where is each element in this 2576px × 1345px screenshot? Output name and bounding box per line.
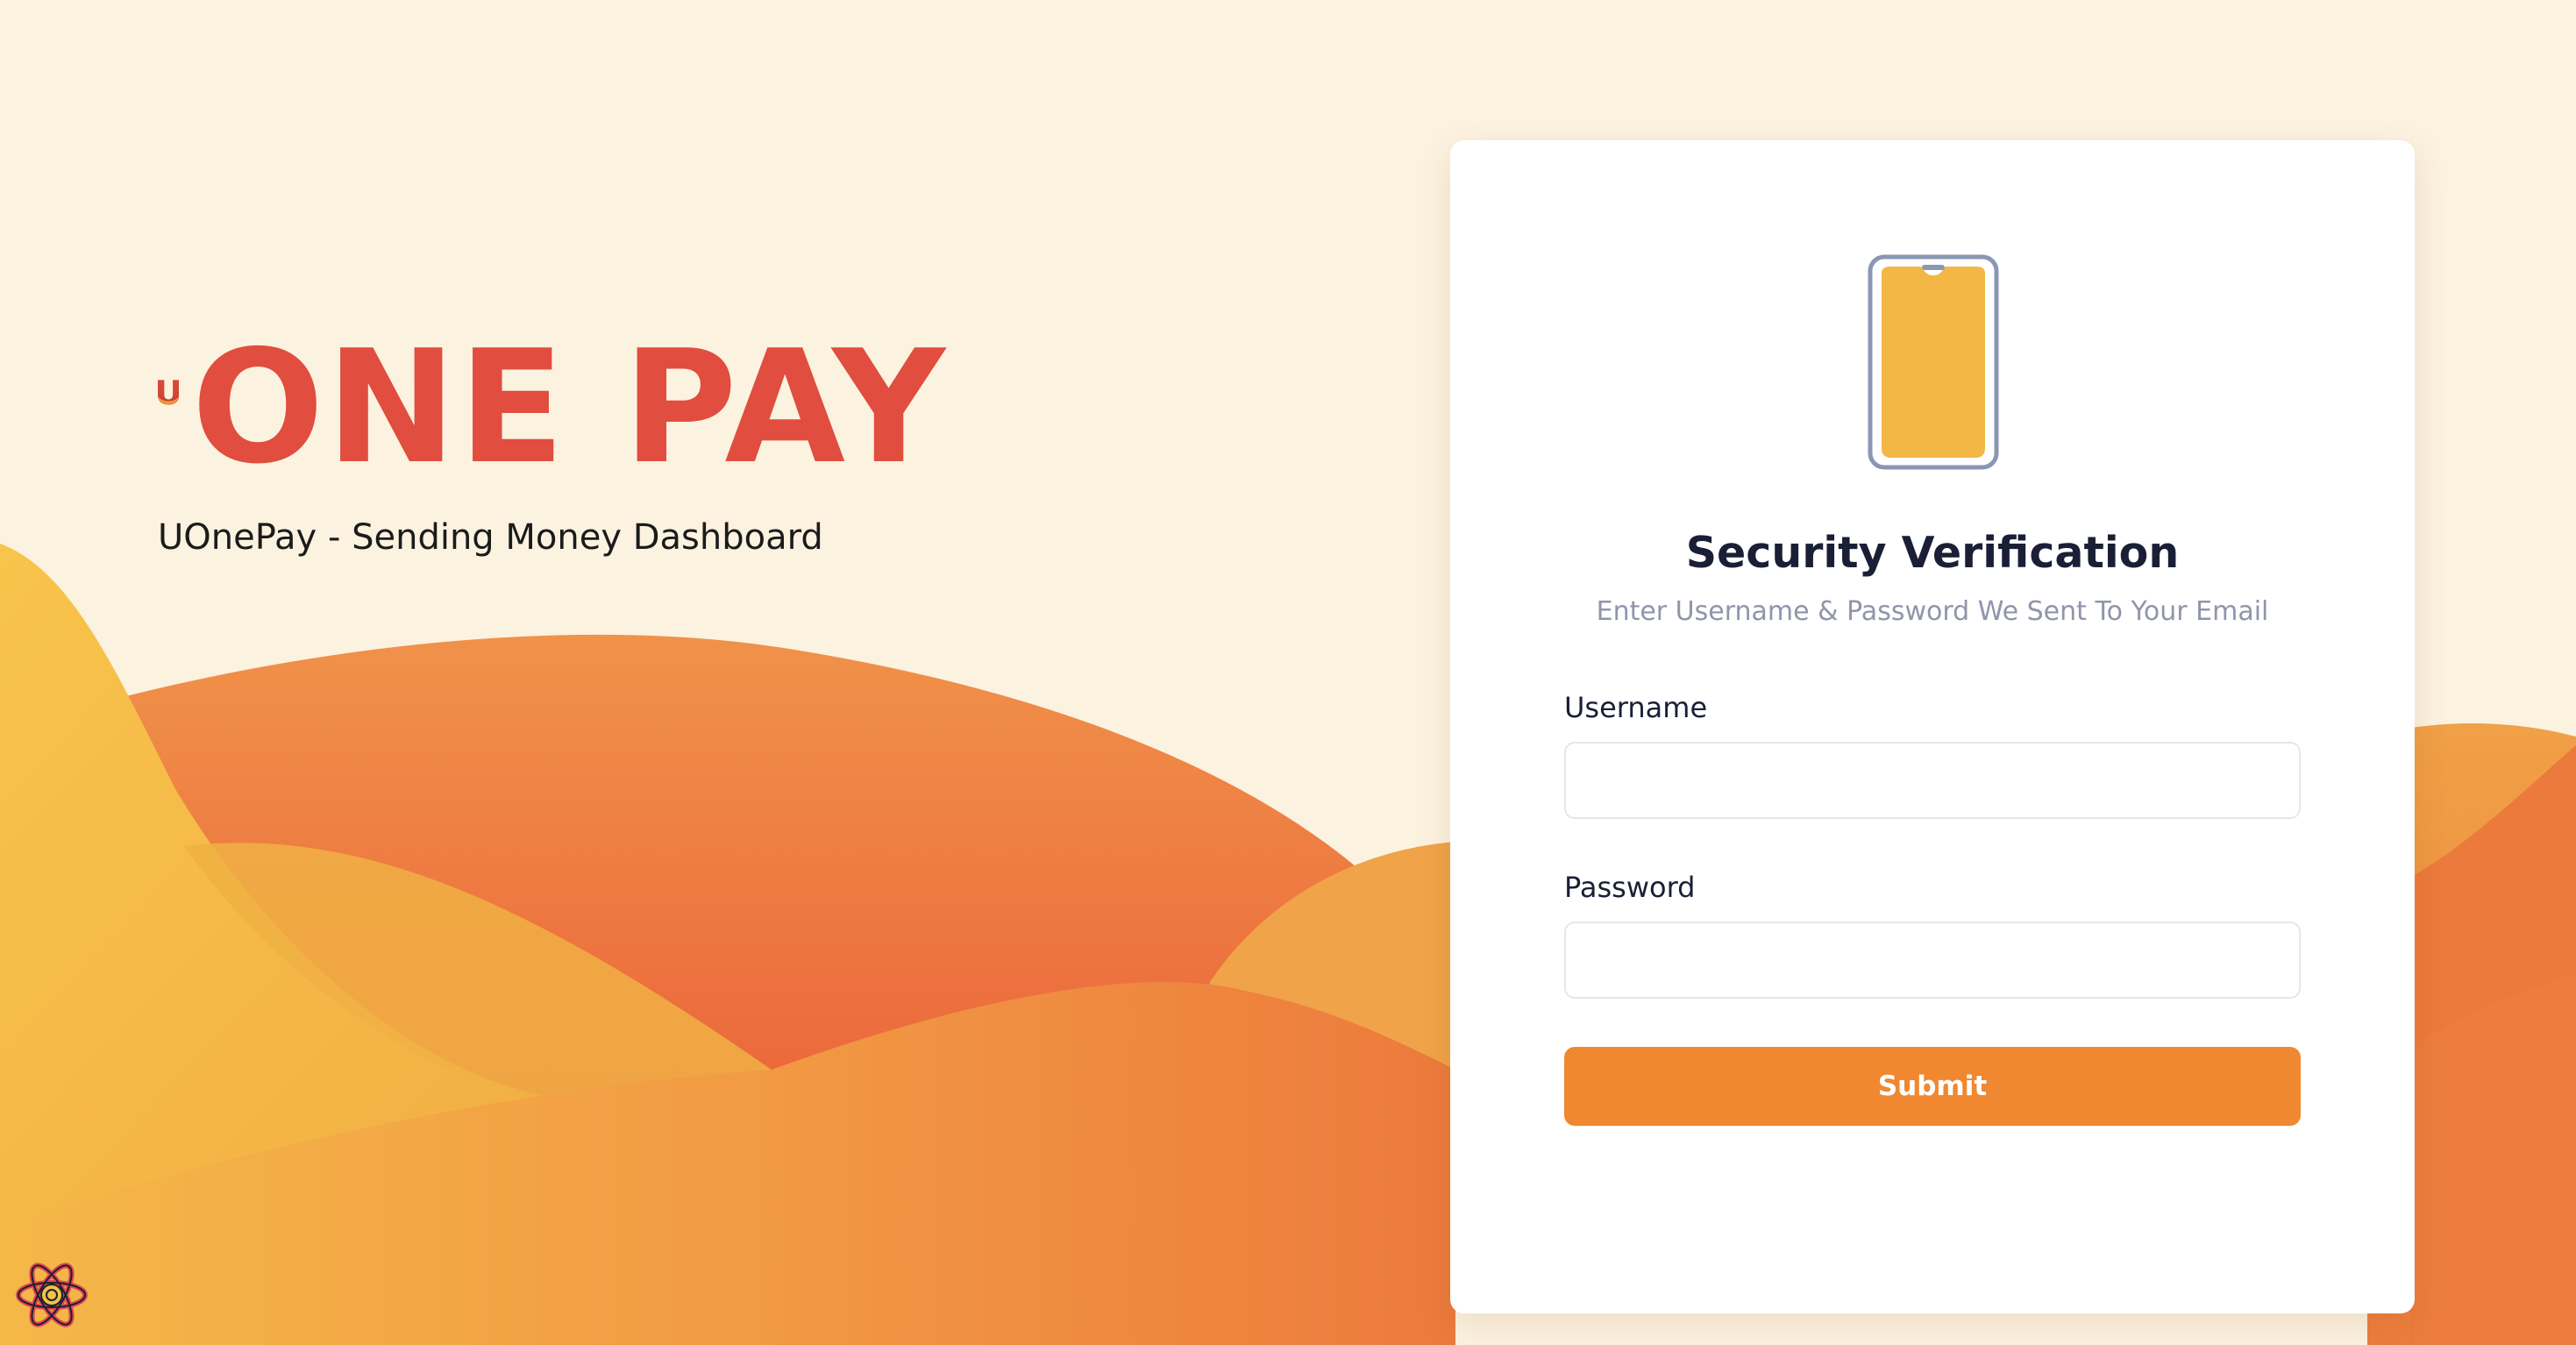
username-label: Username xyxy=(1564,691,1708,724)
password-input[interactable] xyxy=(1564,922,2301,999)
card-subtitle: Enter Username & Password We Sent To You… xyxy=(1596,596,2269,627)
phone-icon xyxy=(1868,254,1999,470)
react-icon[interactable] xyxy=(14,1261,89,1329)
brand-tagline: UOnePay - Sending Money Dashboard xyxy=(158,517,823,558)
logo-wordmark: ONE PAY xyxy=(191,317,947,498)
logo-u-mark xyxy=(158,380,180,405)
card-title: Security Verification xyxy=(1685,528,2180,578)
submit-button[interactable]: Submit xyxy=(1564,1047,2301,1126)
username-input[interactable] xyxy=(1564,742,2301,819)
security-verification-card: Security Verification Enter Username & P… xyxy=(1450,140,2415,1313)
brand-block: ONE PAY UOnePay - Sending Money Dashboar… xyxy=(158,311,947,558)
uonepay-logo: ONE PAY xyxy=(158,311,947,486)
password-label: Password xyxy=(1564,871,1696,904)
